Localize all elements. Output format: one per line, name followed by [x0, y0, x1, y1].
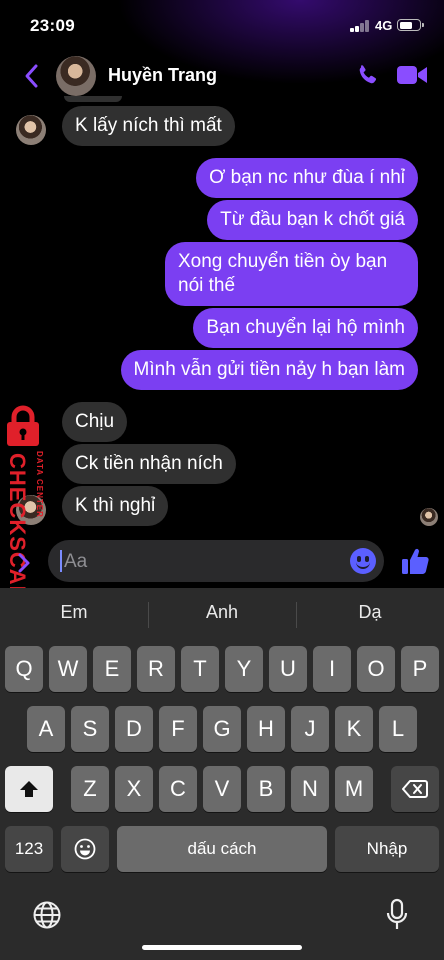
message-bubble-outgoing[interactable]: Xong chuyển tiền òy bạn nói thế: [165, 242, 418, 306]
key-s[interactable]: S: [71, 706, 109, 752]
message-input[interactable]: Aa: [48, 540, 384, 582]
key-r[interactable]: R: [137, 646, 175, 692]
message-bubble-incoming[interactable]: K lấy ních thì mất: [62, 106, 235, 146]
smiley-emoji-icon[interactable]: [350, 548, 376, 574]
key-y[interactable]: Y: [225, 646, 263, 692]
message-bubble-incoming[interactable]: K thì nghỉ: [62, 486, 169, 526]
chevron-left-icon[interactable]: [20, 62, 44, 90]
key-m[interactable]: M: [335, 766, 373, 812]
key-x[interactable]: X: [115, 766, 153, 812]
microphone-icon[interactable]: [386, 898, 408, 932]
contact-avatar-small: [16, 115, 46, 145]
suggestion-bar: Em Anh Dạ: [0, 588, 444, 636]
battery-level: [399, 21, 412, 29]
backspace-icon: [402, 780, 428, 798]
message-list[interactable]: K lấy ních thì mất Ơ bạn nc như đùa í nh…: [0, 96, 444, 538]
numbers-key[interactable]: 123: [5, 826, 53, 872]
message-bubble-outgoing[interactable]: Từ đầu bạn k chốt giá: [207, 200, 418, 240]
shift-key[interactable]: [5, 766, 53, 812]
chevron-right-icon[interactable]: [14, 551, 34, 575]
key-j[interactable]: J: [291, 706, 329, 752]
text-caret: [60, 550, 62, 572]
key-k[interactable]: K: [335, 706, 373, 752]
signal-bars-icon: [350, 20, 372, 32]
message-input-placeholder: Aa: [64, 551, 88, 572]
keyboard: Em Anh Dạ Q W E R T Y U I O P A S D F G …: [0, 588, 444, 960]
delete-key[interactable]: [391, 766, 439, 812]
message-bubble-outgoing[interactable]: Ơ bạn nc như đùa í nhỉ: [196, 158, 418, 198]
composer-bar: Aa: [0, 538, 444, 588]
status-bar: 23:09 4G: [0, 0, 444, 52]
padlock-icon: [7, 405, 39, 446]
suggestion-item[interactable]: Anh: [148, 602, 296, 623]
watermark-subtitle: DATA CENTER: [35, 451, 44, 518]
message-bubble-incoming[interactable]: Ck tiền nhận ních: [62, 444, 236, 484]
key-d[interactable]: D: [115, 706, 153, 752]
globe-icon[interactable]: [32, 900, 62, 930]
thumbs-up-icon[interactable]: [400, 546, 430, 576]
key-f[interactable]: F: [159, 706, 197, 752]
key-i[interactable]: I: [313, 646, 351, 692]
key-c[interactable]: C: [159, 766, 197, 812]
space-key[interactable]: dấu cách: [117, 826, 327, 872]
key-b[interactable]: B: [247, 766, 285, 812]
key-h[interactable]: H: [247, 706, 285, 752]
key-u[interactable]: U: [269, 646, 307, 692]
battery-cap: [422, 23, 424, 27]
emoji-icon: [74, 838, 96, 860]
emoji-key[interactable]: [61, 826, 109, 872]
chat-header: Huyền Trang: [0, 52, 444, 98]
key-a[interactable]: A: [27, 706, 65, 752]
key-q[interactable]: Q: [5, 646, 43, 692]
phone-icon[interactable]: [354, 62, 380, 88]
key-g[interactable]: G: [203, 706, 241, 752]
key-n[interactable]: N: [291, 766, 329, 812]
message-bubble-outgoing[interactable]: Mình vẫn gửi tiền nảy h bạn làm: [120, 350, 418, 390]
shift-arrow-icon: [20, 781, 38, 797]
key-l[interactable]: L: [379, 706, 417, 752]
network-type: 4G: [375, 18, 393, 33]
key-t[interactable]: T: [181, 646, 219, 692]
suggestion-item[interactable]: Em: [0, 602, 148, 623]
suggestion-item[interactable]: Dạ: [296, 602, 444, 623]
video-camera-icon[interactable]: [396, 64, 428, 86]
message-bubble-outgoing[interactable]: Bạn chuyển lại hộ mình: [193, 308, 418, 348]
contact-avatar[interactable]: [56, 56, 96, 96]
key-z[interactable]: Z: [71, 766, 109, 812]
status-time: 23:09: [30, 16, 75, 35]
key-v[interactable]: V: [203, 766, 241, 812]
previous-message-stub: [64, 96, 122, 102]
home-indicator: [142, 945, 302, 950]
return-key[interactable]: Nhập: [335, 826, 439, 872]
key-w[interactable]: W: [49, 646, 87, 692]
key-o[interactable]: O: [357, 646, 395, 692]
message-bubble-incoming[interactable]: Chịu: [62, 402, 128, 442]
key-p[interactable]: P: [401, 646, 439, 692]
key-e[interactable]: E: [93, 646, 131, 692]
read-receipt-avatar: [420, 508, 438, 526]
contact-name[interactable]: Huyền Trang: [108, 65, 217, 86]
battery-icon: [397, 19, 424, 31]
